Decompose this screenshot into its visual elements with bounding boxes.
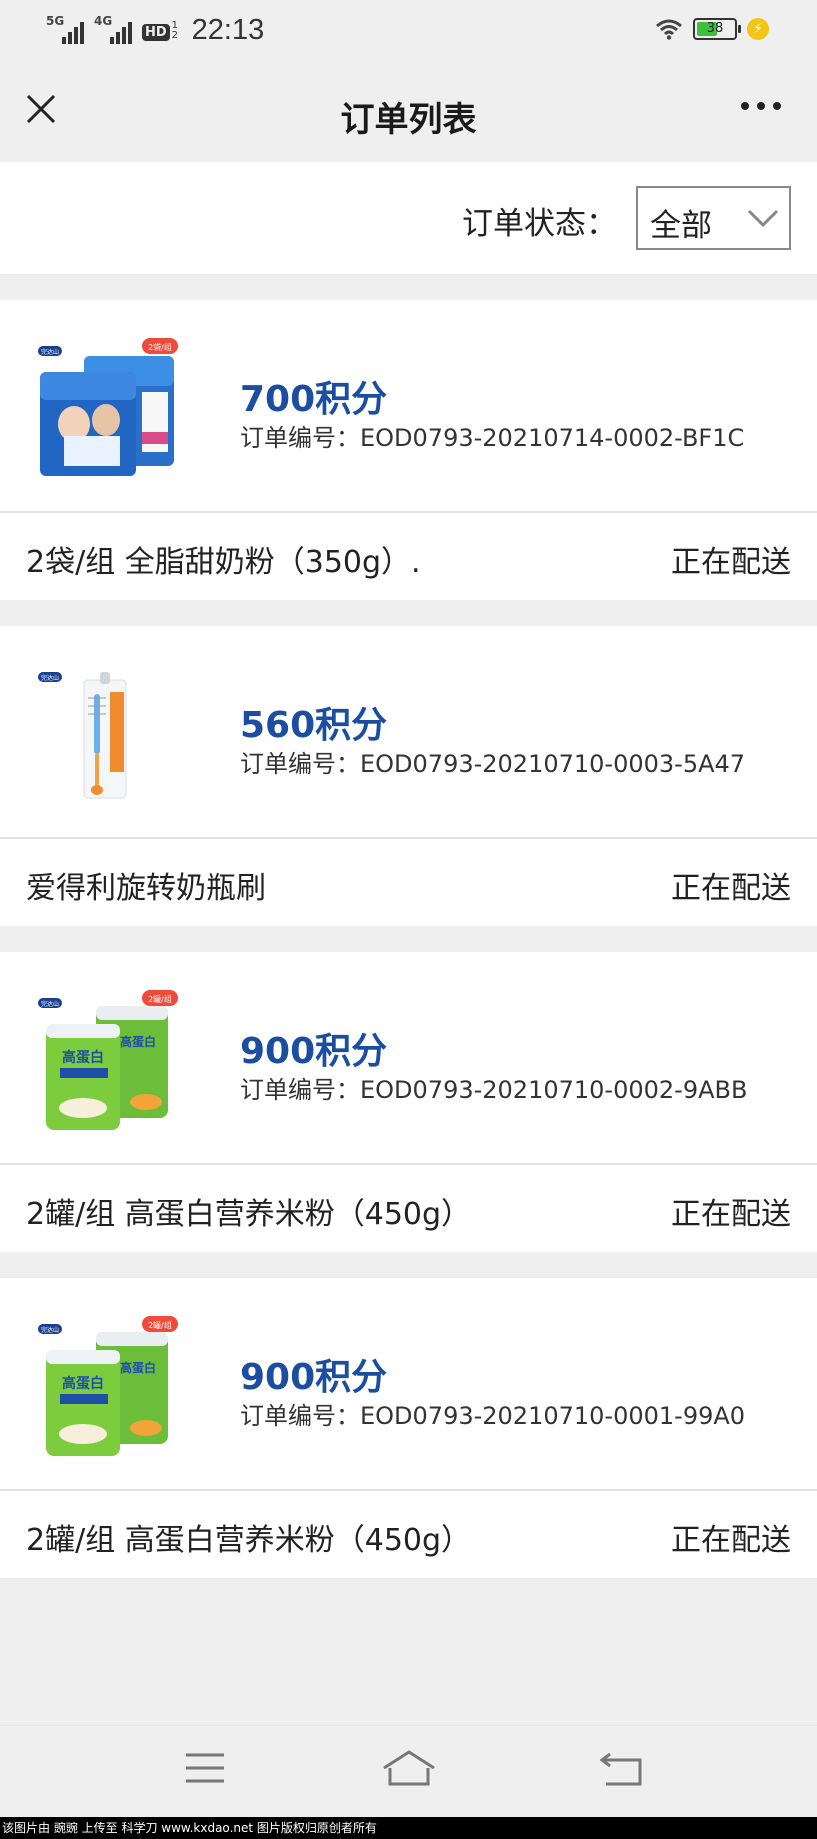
charging-icon: ⚡	[747, 18, 769, 40]
order-status: 正在配送	[671, 1197, 791, 1232]
page-title: 订单列表	[340, 100, 477, 140]
order-number: 订单编号：EOD0793-20210710-0001-99A0	[240, 1402, 746, 1430]
product-image-rice-cereal: 完达山 2罐/组 高蛋白 高蛋白	[38, 1316, 178, 1456]
more-icon[interactable]	[741, 102, 781, 110]
brand-logo: 完达山	[41, 348, 59, 356]
product-image-milk-powder: 完达山 2袋/组	[38, 338, 178, 476]
order-detail-row: 2罐/组 高蛋白营养米粉（450g） 正在配送	[0, 1165, 817, 1252]
order-detail-row: 2罐/组 高蛋白营养米粉（450g） 正在配送	[0, 1491, 817, 1578]
signal-4g-icon: 4G	[94, 14, 132, 44]
chevron-down-icon	[747, 209, 779, 228]
order-number: 订单编号：EOD0793-20210710-0002-9ABB	[240, 1076, 748, 1104]
order-summary: 完达山 2罐/组 高蛋白 高蛋白 900积分 订单编号：EOD0793-2021…	[0, 952, 817, 1165]
menu-icon[interactable]	[184, 1750, 226, 1786]
order-summary: 完达山 560积分 订单编号：EOD0793-20210710-0003-5A4…	[0, 626, 817, 839]
order-status-label: 订单状态：	[462, 206, 617, 242]
nav-bar: 订单列表	[0, 62, 817, 162]
product-image-rice-cereal: 完达山 2罐/组 高蛋白 高蛋白	[38, 990, 178, 1130]
order-detail-row: 爱得利旋转奶瓶刷 正在配送	[0, 839, 817, 926]
order-card[interactable]: 完达山 2袋/组 700积分 订单编号：EOD0793-20210714-000…	[0, 300, 817, 600]
svg-text:高蛋白: 高蛋白	[62, 1049, 104, 1066]
hd-icon: HD	[142, 24, 170, 41]
product-name: 2罐/组 高蛋白营养米粉（450g）	[26, 1523, 472, 1558]
order-summary: 完达山 2罐/组 高蛋白 高蛋白 900积分 订单编号：EOD0793-2021…	[0, 1278, 817, 1491]
order-number: 订单编号：EOD0793-20210714-0002-BF1C	[240, 424, 745, 452]
order-points: 700积分	[240, 379, 388, 420]
order-points: 900积分	[240, 1357, 388, 1398]
order-status-select[interactable]: 全部	[636, 186, 791, 250]
product-badge: 2罐/组	[148, 994, 172, 1004]
sim1-label: 5G	[46, 13, 65, 28]
status-right: 38 ⚡	[655, 18, 769, 40]
hd-sub: 1 2	[171, 19, 179, 41]
order-status: 正在配送	[671, 871, 791, 906]
status-bar: 5G 4G HD 1 2 22:13 38 ⚡	[0, 0, 817, 62]
brand-logo: 完达山	[41, 1000, 59, 1008]
product-name: 爱得利旋转奶瓶刷	[26, 871, 266, 906]
svg-text:高蛋白: 高蛋白	[120, 1034, 156, 1049]
product-badge: 2袋/组	[148, 342, 172, 352]
back-icon[interactable]	[600, 1750, 644, 1788]
brand-logo: 完达山	[41, 674, 59, 682]
svg-text:高蛋白: 高蛋白	[62, 1375, 104, 1392]
clock: 22:13	[191, 14, 265, 46]
order-points: 900积分	[240, 1031, 388, 1072]
order-points: 560积分	[240, 705, 388, 746]
order-status: 正在配送	[671, 1523, 791, 1558]
sim2-label: 4G	[94, 13, 113, 28]
product-name: 2袋/组 全脂甜奶粉（350g）.	[26, 545, 421, 580]
order-number: 订单编号：EOD0793-20210710-0003-5A47	[240, 750, 746, 778]
order-status: 正在配送	[671, 545, 791, 580]
signal-5g-icon: 5G	[46, 14, 84, 44]
battery-icon: 38	[693, 18, 741, 40]
order-summary: 完达山 2袋/组 700积分 订单编号：EOD0793-20210714-000…	[0, 300, 817, 513]
product-image-bottle-brush: 完达山	[38, 672, 127, 799]
battery-level: 38	[706, 21, 724, 36]
home-icon[interactable]	[382, 1750, 436, 1788]
product-name: 2罐/组 高蛋白营养米粉（450g）	[26, 1197, 472, 1232]
wifi-icon	[656, 19, 682, 40]
svg-text:高蛋白: 高蛋白	[120, 1360, 156, 1375]
order-status-value: 全部	[650, 208, 712, 244]
watermark-text: 该图片由 豌豌 上传至 科学刀 www.kxdao.net 图片版权归原创者所有	[0, 1817, 817, 1839]
filter-bar: 订单状态： 全部	[0, 162, 817, 274]
status-left: 5G 4G HD 1 2 22:13	[46, 14, 264, 47]
order-card[interactable]: 完达山 560积分 订单编号：EOD0793-20210710-0003-5A4…	[0, 626, 817, 926]
order-card[interactable]: 完达山 2罐/组 高蛋白 高蛋白 900积分 订单编号：EOD0793-2021…	[0, 1278, 817, 1578]
brand-logo: 完达山	[41, 1326, 59, 1334]
system-nav-bar	[0, 1725, 817, 1817]
product-badge: 2罐/组	[148, 1320, 172, 1330]
order-card[interactable]: 完达山 2罐/组 高蛋白 高蛋白 900积分 订单编号：EOD0793-2021…	[0, 952, 817, 1252]
order-detail-row: 2袋/组 全脂甜奶粉（350g）. 正在配送	[0, 513, 817, 600]
